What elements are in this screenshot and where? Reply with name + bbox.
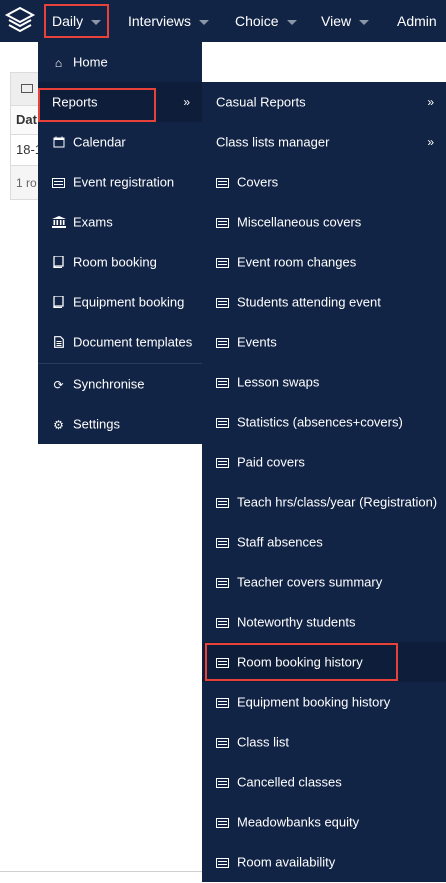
calendar-icon (52, 136, 65, 150)
submenu-item-cancelled-classes[interactable]: Cancelled classes (202, 762, 446, 802)
submenu-item-equipment-booking-history[interactable]: Equipment booking history (202, 682, 446, 722)
list-icon (216, 817, 229, 828)
nav-interviews[interactable]: Interviews (128, 0, 210, 42)
list-icon (216, 657, 229, 668)
list-icon (216, 177, 229, 188)
submenu-item-miscellaneous-covers[interactable]: Miscellaneous covers (202, 202, 446, 242)
list-icon (216, 697, 229, 708)
caret-down-icon (91, 19, 102, 25)
caret-down-icon (286, 19, 297, 25)
list-icon (216, 737, 229, 748)
list-icon (216, 257, 229, 268)
submenu-item-events[interactable]: Events (202, 322, 446, 362)
submenu-item-meadowbanks-equity[interactable]: Meadowbanks equity (202, 802, 446, 842)
submenu-arrow-icon: » (183, 95, 190, 109)
submenu-item-room-availability[interactable]: Room availability (202, 842, 446, 882)
submenu-item-teacher-covers-summary[interactable]: Teacher covers summary (202, 562, 446, 602)
menu-item-exams[interactable]: Exams (38, 202, 202, 242)
home-icon: ⌂ (54, 55, 63, 70)
top-navbar: Daily Interviews Choice View Admin (0, 0, 446, 42)
menu-item-settings[interactable]: ⚙ Settings (38, 404, 202, 444)
submenu-item-students-attending-event[interactable]: Students attending event (202, 282, 446, 322)
submenu-item-room-booking-history[interactable]: Room booking history (202, 642, 446, 682)
list-icon (216, 217, 229, 228)
nav-admin[interactable]: Admin (397, 0, 437, 42)
nav-view[interactable]: View (321, 0, 370, 42)
list-icon (216, 857, 229, 868)
table-icon (21, 84, 33, 93)
list-icon (52, 177, 65, 188)
menu-item-equipment-booking[interactable]: Equipment booking (38, 282, 202, 322)
submenu-item-lesson-swaps[interactable]: Lesson swaps (202, 362, 446, 402)
layers-logo-icon[interactable] (4, 5, 36, 37)
list-icon (216, 337, 229, 348)
submenu-item-statistics[interactable]: Statistics (absences+covers) (202, 402, 446, 442)
submenu-item-casual-reports[interactable]: Casual Reports » (202, 82, 446, 122)
menu-item-synchronise[interactable]: ⟳ Synchronise (38, 364, 202, 404)
list-icon (216, 297, 229, 308)
caret-down-icon (199, 19, 210, 25)
list-icon (216, 457, 229, 468)
nav-choice[interactable]: Choice (235, 0, 297, 42)
sync-icon: ⟳ (53, 377, 64, 392)
submenu-item-noteworthy-students[interactable]: Noteworthy students (202, 602, 446, 642)
menu-item-home[interactable]: ⌂ Home (38, 42, 202, 82)
menu-item-event-registration[interactable]: Event registration (38, 162, 202, 202)
submenu-item-paid-covers[interactable]: Paid covers (202, 442, 446, 482)
book-icon (52, 254, 65, 270)
menu-item-reports[interactable]: Reports » (38, 82, 202, 122)
bank-icon (52, 215, 66, 230)
menu-item-calendar[interactable]: Calendar (38, 122, 202, 162)
menu-item-room-booking[interactable]: Room booking (38, 242, 202, 282)
gear-icon: ⚙ (53, 417, 64, 432)
daily-dropdown-menu: ⌂ Home Reports » Calendar Event registrat… (38, 42, 202, 444)
submenu-item-class-list[interactable]: Class list (202, 722, 446, 762)
list-icon (216, 497, 229, 508)
nav-daily[interactable]: Daily (52, 0, 102, 42)
submenu-item-staff-absences[interactable]: Staff absences (202, 522, 446, 562)
list-icon (216, 777, 229, 788)
submenu-item-teach-hrs[interactable]: Teach hrs/class/year (Registration) (202, 482, 446, 522)
divider (0, 871, 202, 872)
submenu-item-event-room-changes[interactable]: Event room changes (202, 242, 446, 282)
reports-submenu: Casual Reports » Class lists manager » C… (202, 82, 446, 882)
list-icon (216, 417, 229, 428)
submenu-arrow-icon: » (427, 95, 434, 109)
book-icon (52, 294, 65, 310)
caret-down-icon (359, 19, 370, 25)
submenu-item-covers[interactable]: Covers (202, 162, 446, 202)
document-icon (52, 335, 65, 350)
list-icon (216, 577, 229, 588)
submenu-arrow-icon: » (427, 135, 434, 149)
list-icon (216, 377, 229, 388)
menu-item-document-templates[interactable]: Document templates (38, 322, 202, 362)
list-icon (216, 537, 229, 548)
list-icon (216, 617, 229, 628)
submenu-item-class-lists-manager[interactable]: Class lists manager » (202, 122, 446, 162)
